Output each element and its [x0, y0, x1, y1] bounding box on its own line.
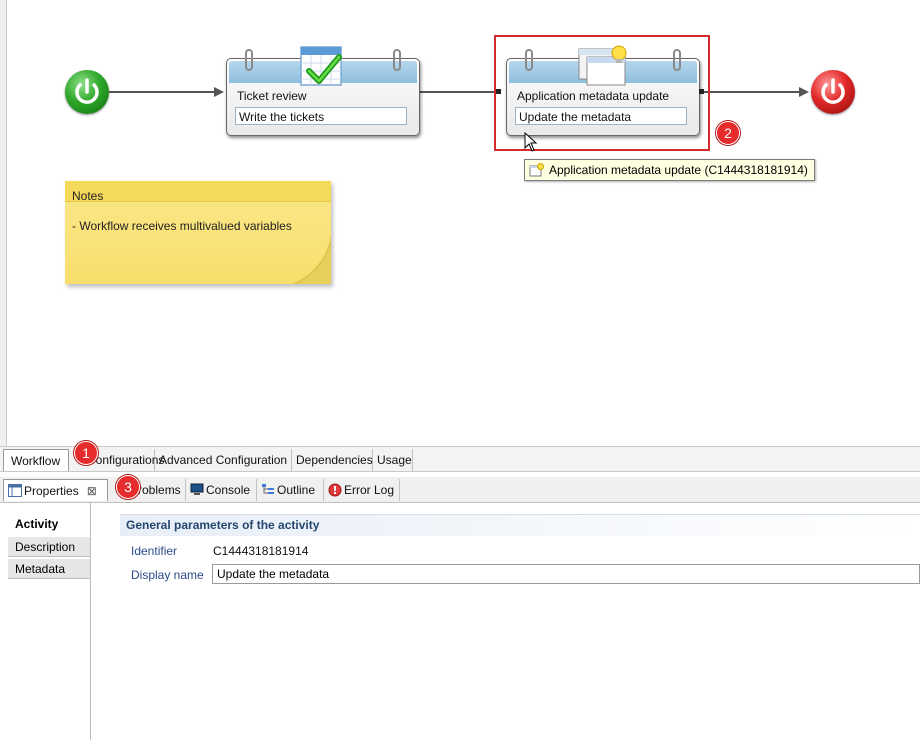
tooltip-text: Application metadata update (C1444318181… — [549, 163, 808, 177]
tab-label: Console — [206, 483, 251, 497]
tab-workflow[interactable]: Workflow — [3, 449, 69, 471]
activity-card-application-metadata-update[interactable]: Application metadata update Update the m… — [506, 45, 700, 136]
activity-display-name: Update the metadata — [515, 107, 687, 125]
checkmark-calendar-icon — [300, 46, 342, 86]
tab-error-log[interactable]: Error Log — [324, 479, 400, 501]
end-node[interactable] — [811, 70, 855, 114]
tab-advanced-configuration[interactable]: Advanced Configuration — [155, 449, 292, 471]
properties-side-tabs: Activity Description Metadata — [6, 503, 91, 740]
editor-tabs-bar: Workflow Configurations Advanced Configu… — [0, 446, 920, 472]
notes-title: Notes — [72, 189, 104, 203]
binder-ring-icon — [245, 49, 253, 71]
tab-properties[interactable]: Properties ⊠ — [3, 479, 108, 501]
outline-icon — [262, 484, 274, 494]
tab-label: Outline — [277, 483, 316, 497]
connection-port[interactable] — [496, 89, 501, 94]
side-tab-metadata[interactable]: Metadata — [8, 558, 90, 579]
notes-header — [65, 181, 331, 202]
window-lightbulb-icon — [578, 45, 627, 86]
activity-title: Application metadata update — [517, 89, 670, 103]
side-tab-activity[interactable]: Activity — [8, 514, 90, 535]
notes-sticky[interactable]: Notes - Workflow receives multivalued va… — [65, 181, 331, 284]
section-header: General parameters of the activity — [120, 514, 920, 536]
activity-tooltip: Application metadata update (C1444318181… — [524, 159, 815, 181]
connector-start-to-ticket — [109, 91, 216, 93]
tab-label: Configurations — [87, 453, 165, 467]
error-log-icon — [328, 483, 342, 497]
display-name-field[interactable]: Update the metadata — [212, 564, 920, 584]
identifier-value: C1444318181914 — [213, 544, 309, 558]
properties-icon — [8, 484, 22, 497]
annotation-badge-1: 1 — [74, 441, 98, 465]
binder-ring-icon — [525, 49, 533, 71]
window-lightbulb-icon — [529, 163, 544, 177]
left-gutter — [0, 0, 7, 446]
arrow-head — [799, 87, 809, 97]
tab-outline[interactable]: Outline — [257, 479, 324, 501]
console-icon — [190, 483, 204, 495]
connection-port[interactable] — [699, 89, 704, 94]
section-title: General parameters of the activity — [126, 518, 320, 532]
display-name-label: Display name — [131, 568, 204, 582]
close-icon[interactable]: ⊠ — [87, 480, 97, 502]
connector-ticket-to-appmeta — [420, 91, 498, 93]
activity-display-name: Write the tickets — [235, 107, 407, 125]
annotation-badge-2: 2 — [716, 121, 740, 145]
binder-ring-icon — [393, 49, 401, 71]
tab-dependencies[interactable]: Dependencies — [292, 449, 373, 471]
power-icon — [75, 78, 99, 104]
activity-card-ticket-review[interactable]: Ticket review Write the tickets — [226, 46, 420, 136]
tab-usage[interactable]: Usage — [373, 449, 413, 471]
tab-console[interactable]: Console — [186, 479, 257, 501]
activity-title: Ticket review — [237, 89, 307, 103]
arrow-head — [214, 87, 224, 97]
identifier-label: Identifier — [131, 544, 178, 558]
power-icon — [821, 78, 845, 104]
mouse-cursor-icon — [524, 132, 538, 152]
binder-ring-icon — [673, 49, 681, 71]
connector-appmeta-to-end — [700, 91, 801, 93]
notes-body: - Workflow receives multivalued variable… — [72, 219, 292, 233]
side-tab-description[interactable]: Description — [8, 536, 90, 557]
start-node[interactable] — [65, 70, 109, 114]
tab-label: Properties — [24, 484, 79, 498]
tab-label: Error Log — [344, 483, 395, 497]
annotation-badge-3: 3 — [116, 475, 140, 499]
page-curl — [291, 234, 331, 284]
